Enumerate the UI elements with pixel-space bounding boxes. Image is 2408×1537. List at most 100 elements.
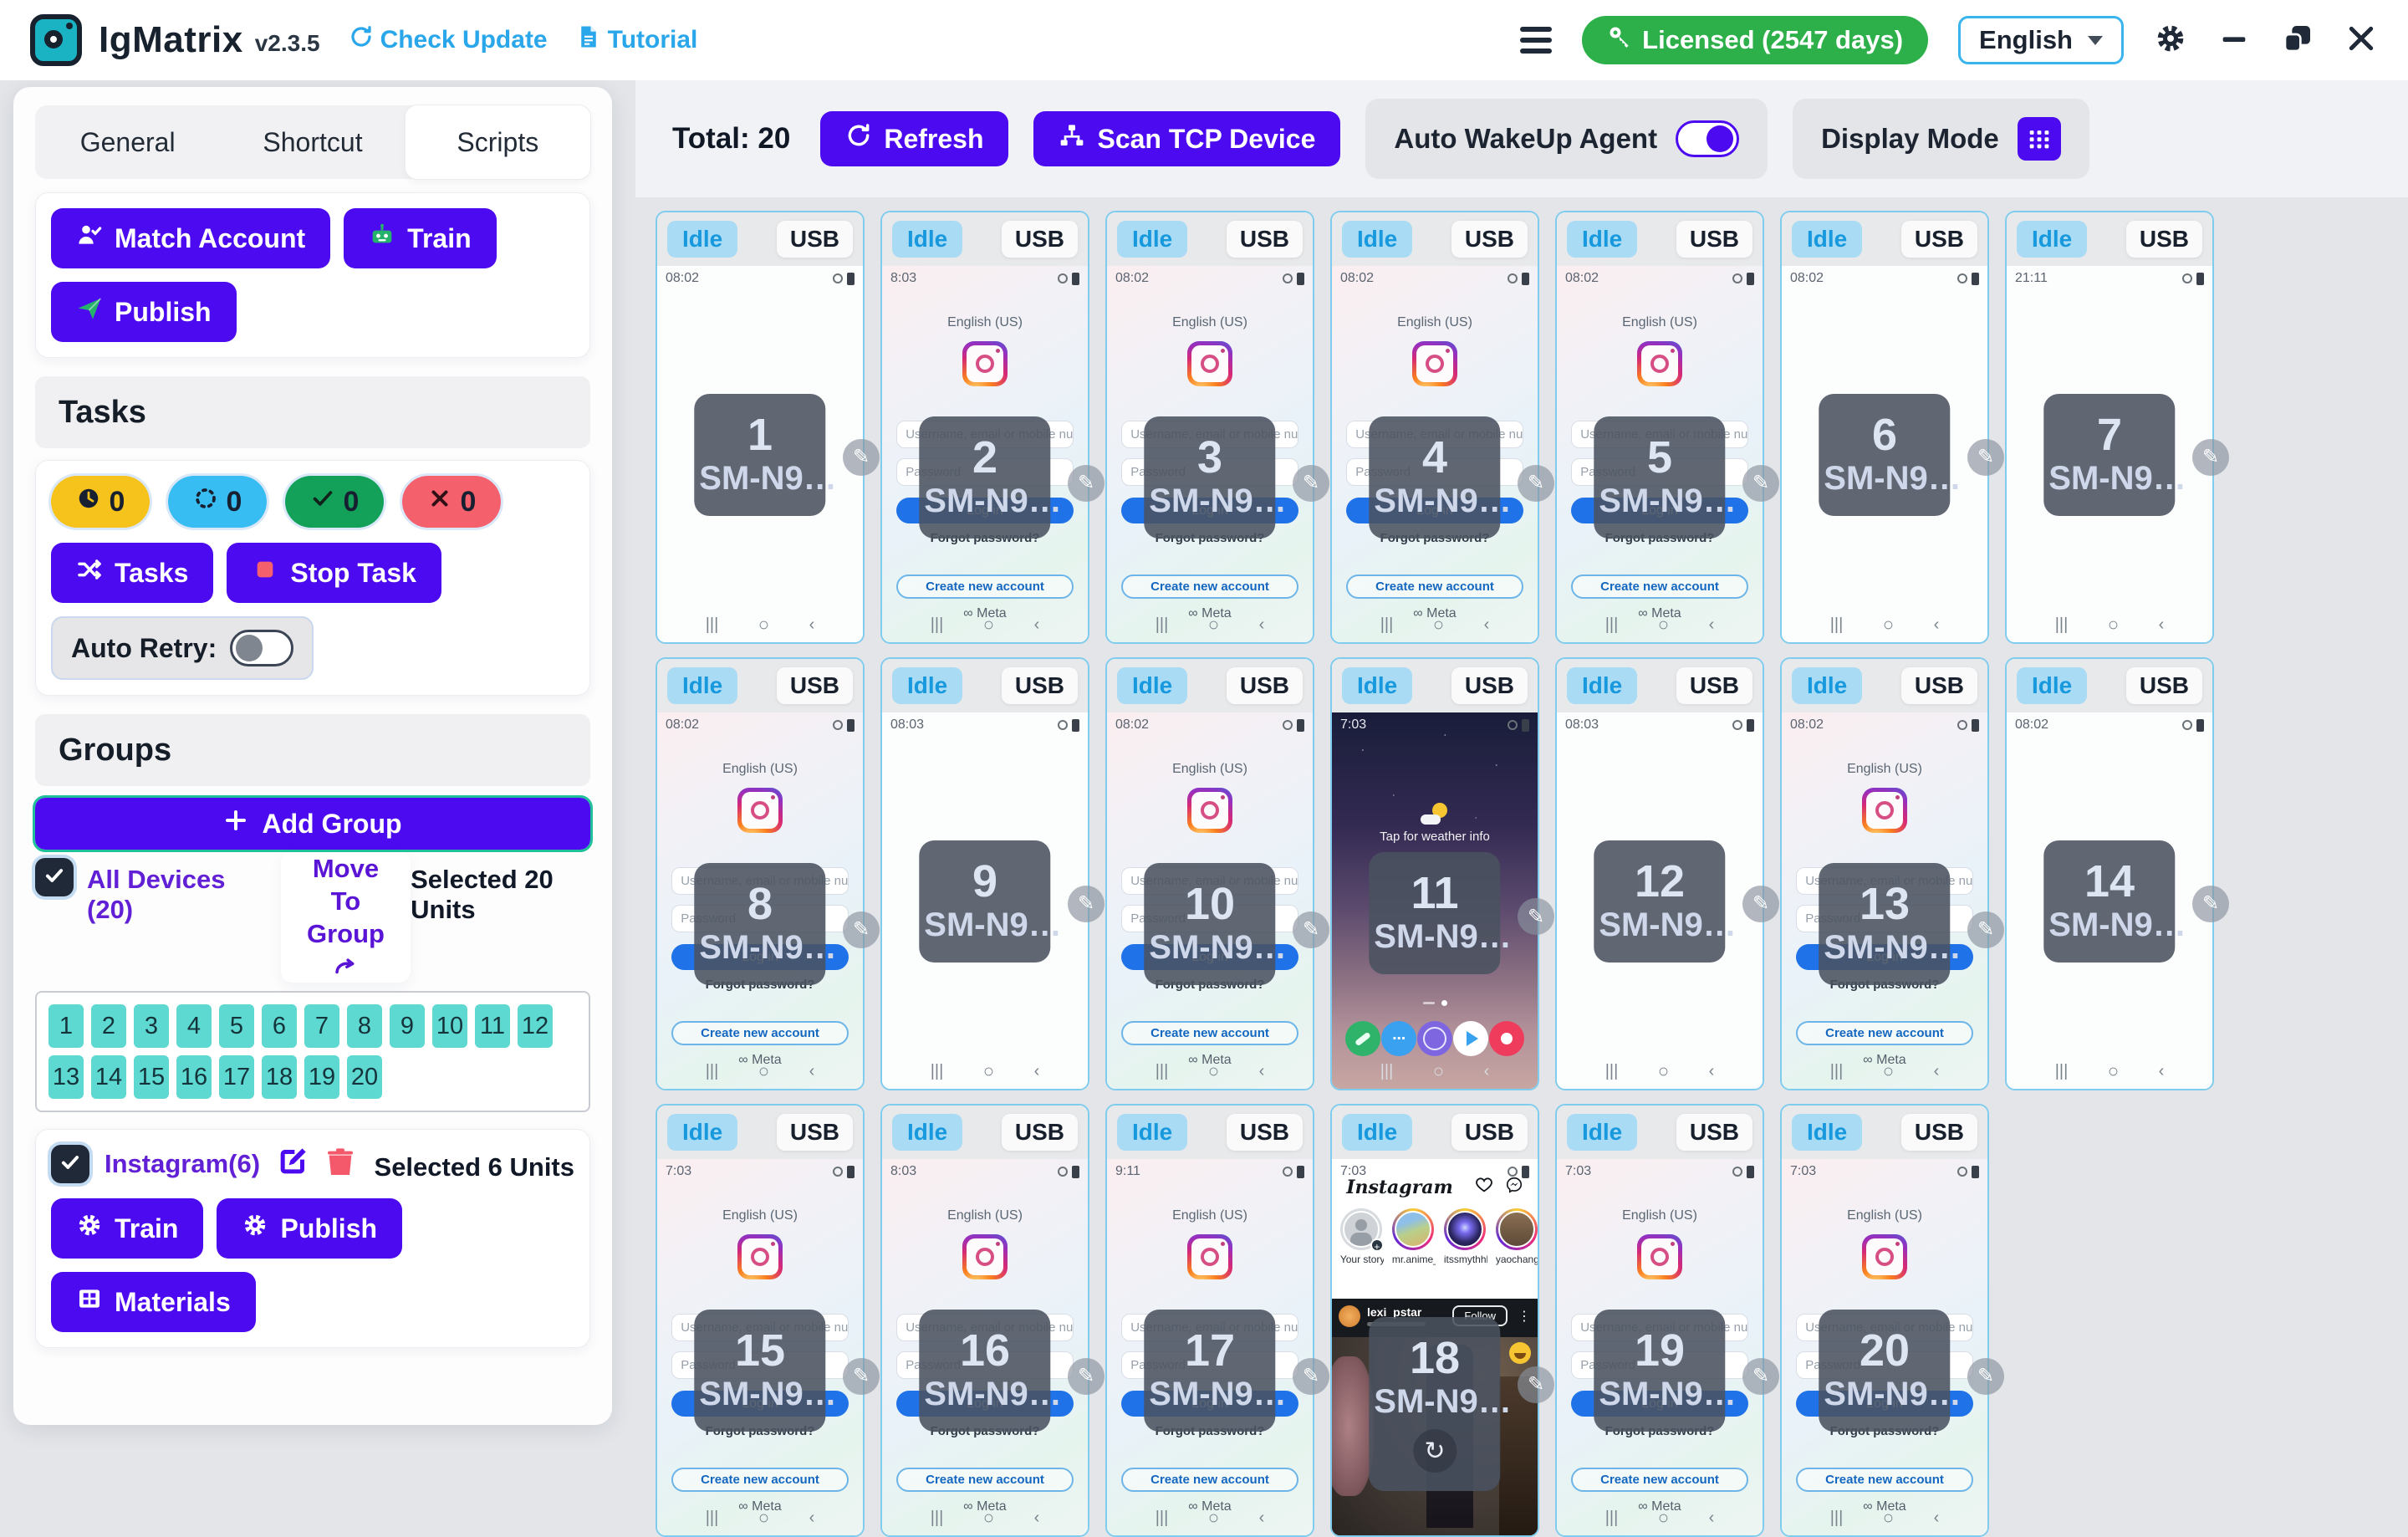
device-status-badge[interactable]: Idle	[1792, 221, 1862, 258]
device-chip[interactable]: 1	[48, 1004, 84, 1048]
device-card[interactable]: IdleUSB08:02English (US)Username, email …	[1105, 657, 1314, 1090]
device-card[interactable]: IdleUSB08:02English (US)Username, email …	[656, 657, 865, 1090]
group-train-button[interactable]: Train	[51, 1198, 203, 1259]
refresh-button[interactable]: Refresh	[820, 111, 1008, 166]
device-screen[interactable]: 7:03English (US)Username, email or mobil…	[1557, 1159, 1763, 1535]
device-screen[interactable]: 7:03English (US)Username, email or mobil…	[657, 1159, 863, 1535]
device-screen[interactable]: 8:03English (US)Username, email or mobil…	[882, 1159, 1088, 1535]
device-status-badge[interactable]: Idle	[667, 1114, 737, 1151]
home-icon[interactable]: ○	[1658, 1507, 1669, 1529]
device-screen[interactable]: 8:03English (US)Username, email or mobil…	[882, 266, 1088, 642]
device-screen[interactable]: 08:02English (US)Username, email or mobi…	[1782, 712, 1987, 1089]
back-icon[interactable]: ‹	[1709, 1062, 1715, 1081]
device-screen[interactable]: 08:02English (US)Username, email or mobi…	[1107, 712, 1313, 1089]
device-status-badge[interactable]: Idle	[892, 1114, 962, 1151]
back-icon[interactable]: ‹	[1034, 615, 1040, 635]
phone-app-icon[interactable]	[1345, 1021, 1380, 1056]
home-icon[interactable]: ○	[1883, 614, 1894, 636]
playstore-app-icon[interactable]	[1453, 1021, 1488, 1056]
device-status-badge[interactable]: Idle	[1792, 667, 1862, 704]
create-account-button[interactable]: Create new account	[1121, 574, 1298, 599]
home-icon[interactable]: ○	[983, 1507, 994, 1529]
recents-icon[interactable]: |||	[1156, 1062, 1169, 1081]
device-status-badge[interactable]: Idle	[1117, 221, 1187, 258]
device-screen[interactable]: 08:02English (US)Username, email or mobi…	[1107, 266, 1313, 642]
create-account-button[interactable]: Create new account	[1796, 1468, 1973, 1492]
tutorial-link[interactable]: Tutorial	[576, 24, 698, 56]
story-item[interactable]: +Your story	[1340, 1208, 1384, 1265]
recents-icon[interactable]: |||	[1605, 615, 1619, 635]
device-status-badge[interactable]: Idle	[1792, 1114, 1862, 1151]
device-chip[interactable]: 19	[304, 1055, 339, 1099]
device-screen[interactable]: 7:03English (US)Username, email or mobil…	[1782, 1159, 1987, 1535]
edit-device-icon[interactable]: ✎	[1967, 439, 2004, 476]
device-chip[interactable]: 8	[347, 1004, 382, 1048]
device-chip[interactable]: 7	[304, 1004, 339, 1048]
language-select[interactable]: English	[1958, 16, 2124, 64]
device-chip[interactable]: 18	[262, 1055, 297, 1099]
edit-device-icon[interactable]: ✎	[843, 1358, 880, 1395]
home-icon[interactable]: ○	[1883, 1060, 1894, 1082]
back-icon[interactable]: ‹	[1259, 1062, 1265, 1081]
edit-device-icon[interactable]: ✎	[1742, 1358, 1779, 1395]
messenger-icon[interactable]	[1505, 1176, 1523, 1199]
device-screen[interactable]: 7:03Tap for weather info⋯|||○‹11SM-N9…	[1332, 712, 1538, 1089]
back-icon[interactable]: ‹	[809, 615, 815, 635]
device-card[interactable]: IdleUSB08:02English (US)Username, email …	[1555, 211, 1764, 644]
edit-device-icon[interactable]: ✎	[1068, 1358, 1105, 1395]
device-status-badge[interactable]: Idle	[1342, 221, 1412, 258]
edit-device-icon[interactable]: ✎	[2192, 439, 2229, 476]
edit-device-icon[interactable]: ✎	[1967, 911, 2004, 948]
add-group-button[interactable]: Add Group	[35, 798, 590, 850]
back-icon[interactable]: ‹	[2159, 1062, 2165, 1081]
back-icon[interactable]: ‹	[2159, 615, 2165, 635]
all-devices-checkbox[interactable]	[35, 858, 74, 896]
edit-device-icon[interactable]: ✎	[1293, 1358, 1329, 1395]
scan-tcp-button[interactable]: Scan TCP Device	[1033, 111, 1340, 166]
device-status-badge[interactable]: Idle	[892, 667, 962, 704]
device-card[interactable]: IdleUSB21:11|||○‹7SM-N9…✎	[2005, 211, 2214, 644]
device-screen[interactable]: 9:11English (US)Username, email or mobil…	[1107, 1159, 1313, 1535]
device-chip[interactable]: 11	[475, 1004, 510, 1048]
story-item[interactable]: yaochangf	[1496, 1208, 1538, 1265]
camera-app-icon[interactable]	[1489, 1021, 1524, 1056]
device-card[interactable]: IdleUSB08:02|||○‹1SM-N9…✎	[656, 211, 865, 644]
create-account-button[interactable]: Create new account	[1121, 1468, 1298, 1492]
device-screen[interactable]: 7:03Instagram+Your storymr.anime_itssmyt…	[1332, 1159, 1538, 1535]
recents-icon[interactable]: |||	[2055, 1062, 2069, 1081]
device-status-badge[interactable]: Idle	[1117, 1114, 1187, 1151]
device-card[interactable]: IdleUSB08:03|||○‹9SM-N9…✎	[880, 657, 1089, 1090]
recents-icon[interactable]: |||	[1830, 1062, 1844, 1081]
device-status-badge[interactable]: Idle	[1567, 221, 1637, 258]
device-status-badge[interactable]: Idle	[1567, 1114, 1637, 1151]
create-account-button[interactable]: Create new account	[671, 1468, 849, 1492]
match-account-button[interactable]: Match Account	[51, 208, 330, 268]
stop-task-button[interactable]: Stop Task	[227, 543, 441, 603]
recents-icon[interactable]: |||	[931, 1509, 944, 1528]
recents-icon[interactable]: |||	[931, 1062, 944, 1081]
device-status-badge[interactable]: Idle	[1567, 667, 1637, 704]
edit-device-icon[interactable]: ✎	[1518, 898, 1554, 935]
create-account-button[interactable]: Create new account	[1571, 1468, 1748, 1492]
create-account-button[interactable]: Create new account	[896, 1468, 1074, 1492]
back-icon[interactable]: ‹	[1709, 615, 1715, 635]
back-icon[interactable]: ‹	[1034, 1062, 1040, 1081]
device-card[interactable]: IdleUSB7:03English (US)Username, email o…	[656, 1104, 865, 1537]
edit-device-icon[interactable]: ✎	[1518, 465, 1554, 502]
instagram-group-checkbox[interactable]	[51, 1145, 89, 1183]
device-chip[interactable]: 13	[48, 1055, 84, 1099]
back-icon[interactable]: ‹	[809, 1509, 815, 1528]
device-card[interactable]: IdleUSB08:02English (US)Username, email …	[1330, 211, 1539, 644]
edit-device-icon[interactable]: ✎	[1068, 886, 1105, 922]
device-card[interactable]: IdleUSB8:03English (US)Username, email o…	[880, 211, 1089, 644]
back-icon[interactable]: ‹	[1484, 1062, 1490, 1081]
device-chip[interactable]: 6	[262, 1004, 297, 1048]
home-icon[interactable]: ○	[1208, 1507, 1219, 1529]
close-icon[interactable]	[2344, 22, 2378, 59]
home-icon[interactable]: ○	[983, 614, 994, 636]
device-card[interactable]: IdleUSB7:03English (US)Username, email o…	[1780, 1104, 1989, 1537]
create-account-button[interactable]: Create new account	[671, 1021, 849, 1045]
device-screen[interactable]: 08:02|||○‹6SM-N9…	[1782, 266, 1987, 642]
back-icon[interactable]: ‹	[1259, 1509, 1265, 1528]
home-icon[interactable]: ○	[1433, 1060, 1444, 1082]
